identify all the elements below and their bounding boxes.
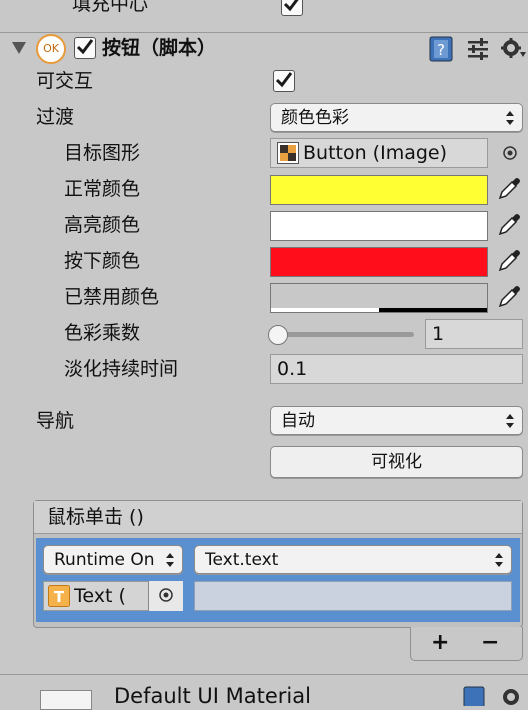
pressed-color-label: 按下颜色 (64, 250, 141, 272)
foldout-arrow-icon[interactable] (12, 42, 26, 54)
target-object-picker[interactable] (148, 581, 183, 611)
pressed-color-swatch[interactable] (270, 247, 488, 277)
script-ok-icon: OK (36, 34, 66, 64)
alpha-bar-black (379, 308, 487, 312)
header-divider (0, 32, 528, 33)
fill-center-checkbox[interactable] (281, 0, 303, 16)
component-title: 按钮（脚本） (102, 37, 217, 59)
dropdown-arrows-icon (506, 111, 514, 125)
help-book-icon[interactable]: ? (428, 36, 454, 62)
checkmark-icon (76, 39, 94, 55)
navigation-dropdown[interactable]: 自动 (270, 406, 523, 435)
target-object-value: Text ( (74, 585, 126, 607)
fill-center-label: 填充中心 (72, 0, 149, 15)
checkmark-icon (275, 72, 293, 88)
multiplier-slider-track[interactable] (276, 332, 414, 337)
eyedropper-icon[interactable] (496, 212, 522, 238)
interactable-label: 可交互 (36, 70, 94, 92)
alpha-bar-white (271, 308, 379, 312)
target-graphic-value: Button (Image) (303, 142, 448, 164)
disabled-color-swatch[interactable] (270, 283, 488, 313)
settings-gear-icon[interactable] (500, 686, 526, 706)
runtime-mode-value: Runtime On (54, 550, 155, 570)
disabled-color-label: 已禁用颜色 (64, 286, 160, 308)
transition-value: 颜色色彩 (281, 108, 349, 128)
multiplier-slider-thumb[interactable] (268, 325, 288, 345)
event-header-bar: 鼠标单击 () (34, 501, 522, 534)
argument-input[interactable] (194, 581, 512, 611)
footer-divider (0, 674, 528, 675)
component-enabled-checkbox[interactable] (74, 37, 96, 59)
runtime-mode-dropdown[interactable]: Runtime On (43, 545, 183, 574)
function-dropdown[interactable]: Text.text (194, 545, 512, 574)
eyedropper-icon[interactable] (496, 248, 522, 274)
navigation-value: 自动 (281, 411, 315, 431)
dropdown-arrows-icon (506, 414, 514, 428)
fade-duration-label: 淡化持续时间 (64, 358, 179, 380)
text-component-icon: T (48, 585, 70, 607)
normal-color-label: 正常颜色 (64, 178, 141, 200)
svg-text:?: ? (437, 41, 445, 59)
highlighted-color-label: 高亮颜色 (64, 214, 141, 236)
transition-label: 过渡 (36, 106, 75, 128)
fade-duration-value: 0.1 (277, 358, 308, 380)
eyedropper-icon[interactable] (496, 284, 522, 310)
remove-listener-button[interactable]: − (481, 631, 499, 655)
checkmark-icon (283, 0, 299, 12)
color-multiplier-label: 色彩乘数 (64, 322, 141, 344)
interactable-checkbox[interactable] (273, 70, 295, 92)
highlighted-color-swatch[interactable] (270, 211, 488, 241)
multiplier-value: 1 (432, 323, 445, 345)
eyedropper-icon[interactable] (496, 176, 522, 202)
settings-gear-icon[interactable] (500, 36, 528, 62)
normal-color-swatch[interactable] (270, 175, 488, 205)
navigation-label: 导航 (36, 410, 75, 432)
dropdown-arrows-icon (166, 553, 174, 567)
visualize-button[interactable]: 可视化 (270, 446, 523, 478)
dropdown-arrows-icon (495, 553, 503, 567)
object-picker-icon (159, 588, 173, 602)
object-picker-icon[interactable] (502, 145, 518, 161)
add-listener-button[interactable]: + (431, 631, 449, 655)
transition-dropdown[interactable]: 颜色色彩 (270, 103, 523, 132)
svg-text:T: T (54, 588, 65, 606)
target-graphic-label: 目标图形 (64, 142, 141, 164)
preset-sliders-icon[interactable] (466, 38, 490, 60)
help-book-icon[interactable] (462, 686, 488, 706)
multiplier-input[interactable]: 1 (425, 319, 523, 349)
target-object-field[interactable]: T Text ( (43, 581, 183, 611)
material-preview[interactable] (40, 690, 92, 710)
function-value: Text.text (205, 550, 279, 570)
image-asset-icon (277, 142, 299, 164)
material-name: Default UI Material (114, 684, 311, 708)
fade-duration-input[interactable]: 0.1 (270, 354, 523, 384)
event-header: 鼠标单击 () (47, 506, 144, 528)
list-controls: + − (410, 627, 523, 661)
target-graphic-field[interactable]: Button (Image) (270, 138, 488, 168)
